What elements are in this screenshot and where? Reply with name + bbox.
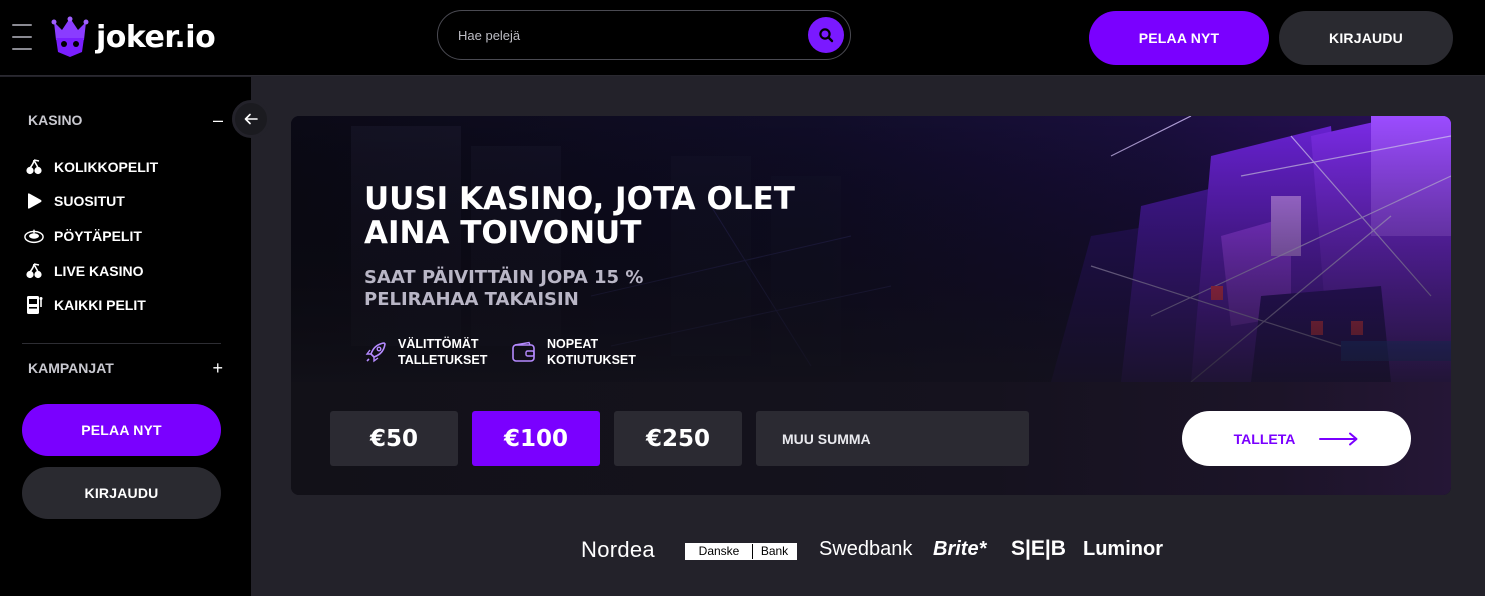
- expand-plus-icon[interactable]: +: [212, 359, 223, 377]
- danske-logo-part: Danske: [686, 544, 752, 559]
- menu-icon[interactable]: [12, 24, 32, 50]
- search-button[interactable]: [808, 17, 844, 53]
- sidebar-item-label: PÖYTÄPELIT: [54, 228, 142, 244]
- feature-instant-deposits: VÄLITTÖMÄT TALLETUKSET: [364, 336, 487, 368]
- feature-fast-withdrawals: NOPEAT KOTIUTUKSET: [511, 336, 636, 368]
- feature-line: VÄLITTÖMÄT: [398, 337, 479, 351]
- sidebar-item-label: KOLIKKOPELIT: [54, 159, 159, 175]
- top-header: joker.io PELAA NYT KIRJAUDU: [0, 0, 1485, 76]
- sidebar-section-casino[interactable]: KASINO –: [28, 111, 223, 129]
- play-icon: [24, 191, 44, 211]
- sidebar-collapse-button[interactable]: [232, 100, 270, 138]
- wallet-icon: [512, 341, 535, 362]
- joker-logo-icon: [51, 16, 89, 57]
- arrow-left-icon: [244, 113, 258, 125]
- feature-line: TALLETUKSET: [398, 353, 488, 367]
- hero-title: UUSI KASINO, JOTA OLET AINA TOIVONUT: [364, 181, 795, 251]
- amount-option-250[interactable]: €250: [614, 411, 742, 466]
- deposit-label: TALLETA: [1233, 430, 1296, 447]
- swedbank-logo: Swedbank: [819, 538, 913, 560]
- cherries-icon: [24, 261, 44, 281]
- sidebar: KASINO – KOLIKKOPELIT SUOSITUT PÖYTÄPELI…: [0, 77, 251, 596]
- sidebar-play-now-button[interactable]: PELAA NYT: [22, 404, 221, 456]
- feature-line: NOPEAT: [547, 337, 599, 351]
- nordea-logo: Nordea: [581, 537, 655, 562]
- section-heading: KAMPANJAT: [28, 360, 114, 376]
- feature-line: KOTIUTUKSET: [547, 353, 636, 367]
- rocket-icon: [365, 342, 386, 363]
- sidebar-login-button[interactable]: KIRJAUDU: [22, 467, 221, 519]
- luminor-logo: Luminor: [1083, 538, 1163, 560]
- deposit-button[interactable]: TALLETA: [1182, 411, 1411, 466]
- hero-banner: UUSI KASINO, JOTA OLET AINA TOIVONUT SAA…: [291, 116, 1451, 495]
- search-bar: [437, 10, 851, 60]
- search-input[interactable]: [458, 11, 798, 59]
- sidebar-item-label: KAIKKI PELIT: [54, 297, 146, 313]
- other-amount-input[interactable]: [756, 411, 1029, 466]
- logo-text: joker.io: [96, 19, 216, 55]
- section-heading: KASINO: [28, 112, 83, 128]
- arrow-right-icon: [1319, 432, 1358, 445]
- search-icon: [819, 28, 834, 43]
- sidebar-divider: [22, 343, 221, 344]
- sidebar-item-label: SUOSITUT: [54, 193, 125, 209]
- cherries-icon: [24, 157, 44, 177]
- brite-logo: Brite*: [933, 538, 987, 560]
- bank-logo-part: Bank: [752, 544, 796, 559]
- header-login-button[interactable]: KIRJAUDU: [1279, 11, 1453, 65]
- sidebar-item-all-games[interactable]: KAIKKI PELIT: [24, 295, 146, 315]
- logo[interactable]: joker.io: [50, 16, 216, 58]
- collapse-minus-icon[interactable]: –: [213, 111, 223, 129]
- sidebar-item-slots[interactable]: KOLIKKOPELIT: [24, 157, 158, 177]
- sidebar-item-label: LIVE KASINO: [54, 263, 144, 279]
- sidebar-item-popular[interactable]: SUOSITUT: [24, 191, 125, 211]
- sidebar-item-live-casino[interactable]: LIVE KASINO: [24, 261, 143, 281]
- sidebar-item-table-games[interactable]: PÖYTÄPELIT: [24, 226, 142, 246]
- roulette-icon: [24, 226, 44, 246]
- amount-option-100[interactable]: €100: [472, 411, 600, 466]
- danske-bank-logo: Danske Bank: [685, 543, 797, 560]
- sidebar-section-campaigns[interactable]: KAMPANJAT +: [28, 359, 223, 377]
- header-play-now-button[interactable]: PELAA NYT: [1089, 11, 1269, 65]
- amount-option-50[interactable]: €50: [330, 411, 458, 466]
- seb-logo: S|E|B: [1011, 537, 1066, 560]
- hero-subtitle: SAAT PÄIVITTÄIN JOPA 15 % PELIRAHAA TAKA…: [364, 267, 644, 310]
- slot-machine-icon: [24, 295, 44, 315]
